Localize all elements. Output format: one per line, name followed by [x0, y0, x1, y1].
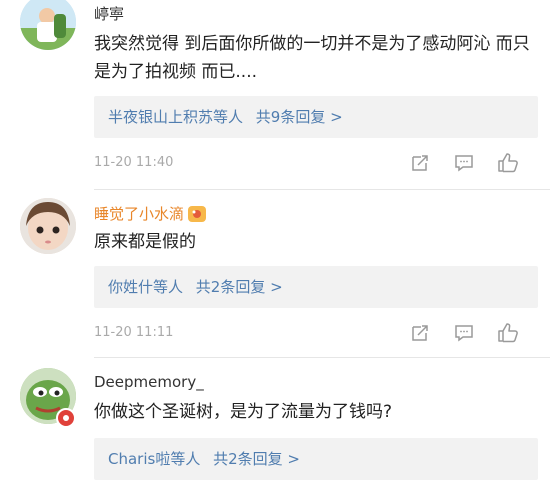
reply-summary[interactable]: 半夜银山上积苏等人 共9条回复 > — [94, 96, 538, 138]
reply-summary[interactable]: 你姓什等人 共2条回复 > — [94, 266, 538, 308]
comment-time: 11-20 11:11 — [94, 325, 174, 340]
share-icon[interactable] — [398, 150, 442, 176]
comment-text: 原来都是假的 — [94, 232, 196, 252]
vip-badge-icon — [188, 206, 207, 222]
comment-text: 我突然觉得 到后面你所做的一切并不是为了感动阿沁 而只是为了拍视频 而已.... — [94, 34, 530, 82]
reply-users[interactable]: Charis啦等人 — [108, 450, 200, 468]
comment-item: 嵉寕 我突然觉得 到后面你所做的一切并不是为了感动阿沁 而只是为了拍视频 而已.… — [0, 0, 550, 190]
comment-text: 你做这个圣诞树，是为了流量为了钱吗? — [94, 402, 393, 422]
comment-item: 睡觉了小水滴 原来都是假的 你姓什等人 共2条回复 > 11-20 11:11 — [0, 190, 550, 358]
like-icon[interactable] — [486, 150, 530, 176]
share-icon[interactable] — [398, 320, 442, 346]
avatar[interactable] — [20, 198, 76, 254]
reply-count[interactable]: 共9条回复 > — [256, 108, 343, 126]
comment-author[interactable]: Deepmemory_ — [94, 373, 204, 391]
comment-icon[interactable] — [442, 320, 486, 346]
reply-summary[interactable]: Charis啦等人 共2条回复 > — [94, 438, 538, 480]
comment-actions — [398, 320, 530, 346]
comment-actions — [398, 150, 530, 176]
like-icon[interactable] — [486, 320, 530, 346]
comment-icon[interactable] — [442, 150, 486, 176]
comment-author[interactable]: 睡觉了小水滴 — [94, 203, 207, 224]
comment-author[interactable]: 嵉寕 — [94, 3, 124, 24]
comment-time: 11-20 11:40 — [94, 155, 174, 170]
reply-count[interactable]: 共2条回复 > — [213, 450, 300, 468]
reply-count[interactable]: 共2条回复 > — [196, 278, 283, 296]
reply-users[interactable]: 你姓什等人 — [108, 278, 183, 296]
author-name[interactable]: 睡觉了小水滴 — [94, 205, 184, 223]
avatar[interactable] — [20, 0, 76, 50]
comment-item: Deepmemory_ 你做这个圣诞树，是为了流量为了钱吗? Charis啦等人… — [0, 358, 550, 481]
verified-badge-icon — [56, 408, 76, 428]
reply-users[interactable]: 半夜银山上积苏等人 — [108, 108, 243, 126]
